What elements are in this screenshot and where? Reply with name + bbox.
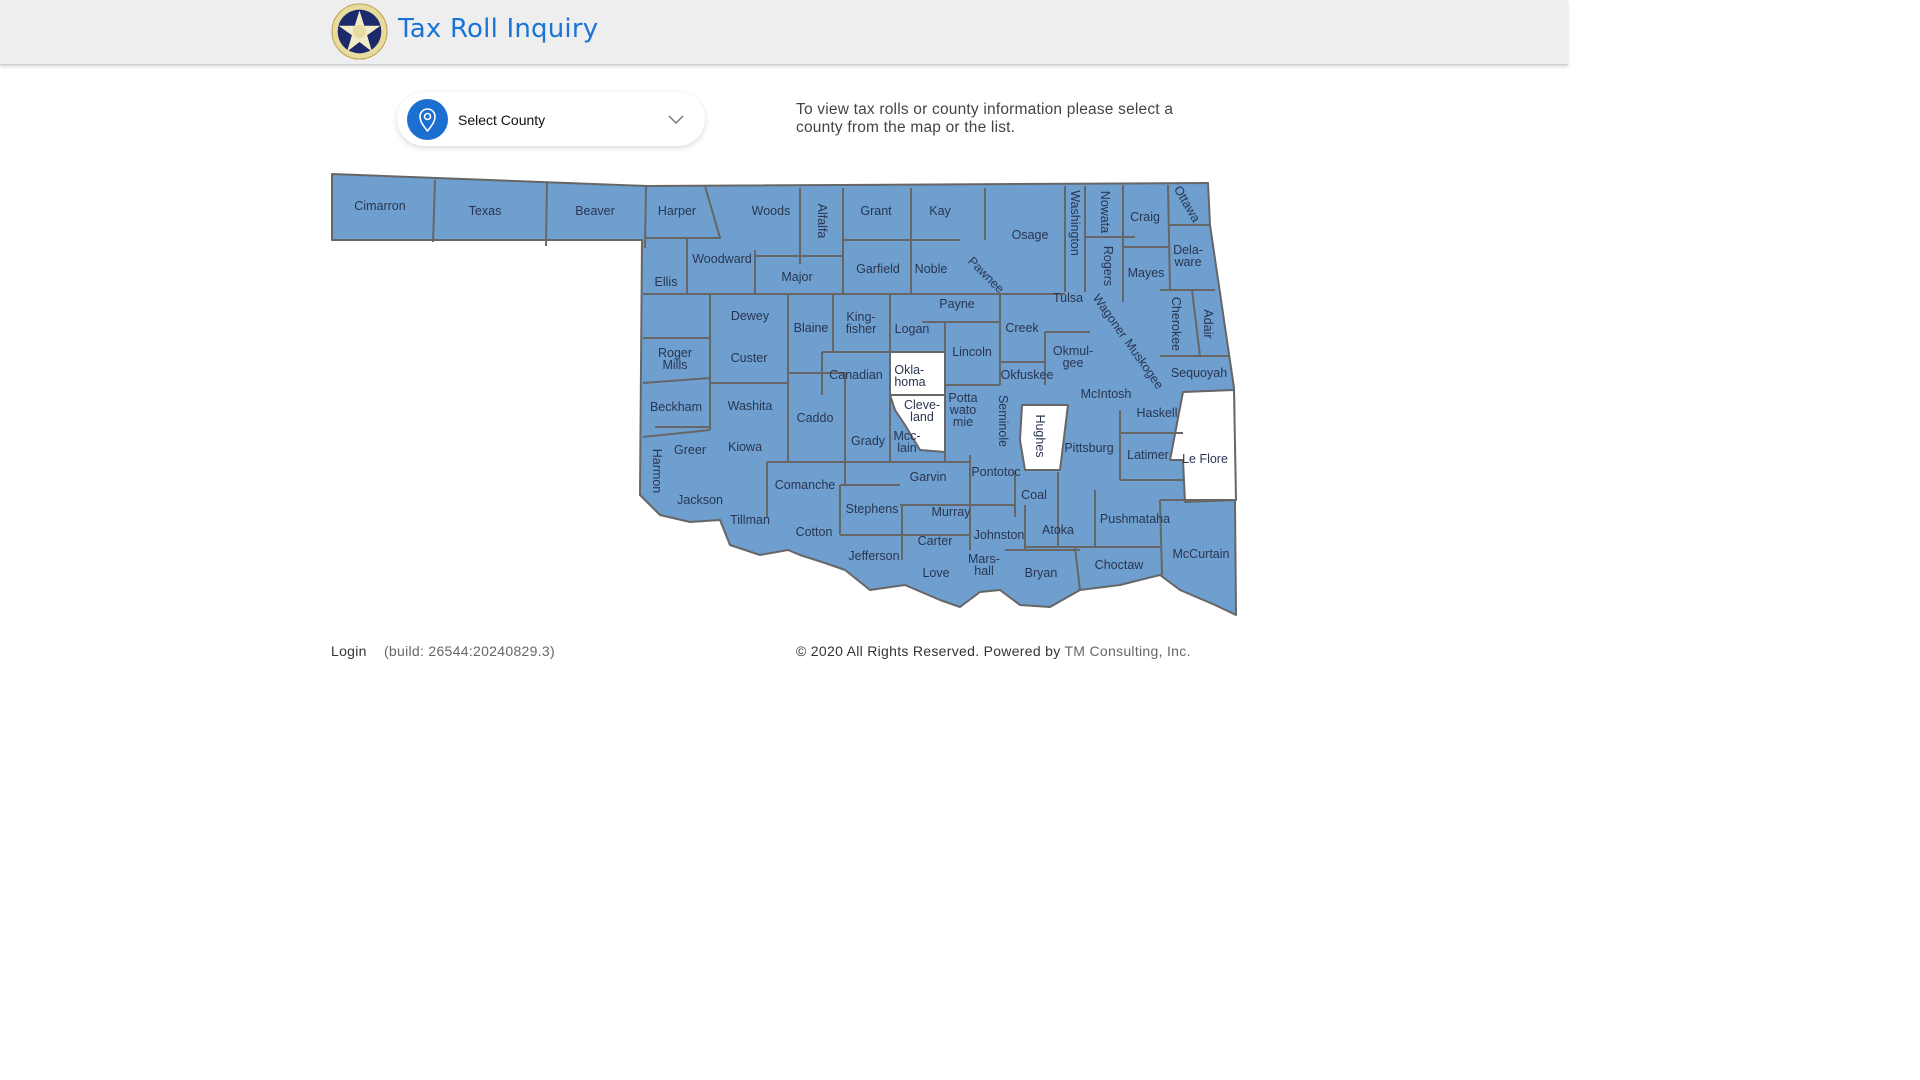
county-label[interactable]: Harper: [658, 205, 696, 218]
county-label[interactable]: McIntosh: [1081, 388, 1132, 401]
county-label[interactable]: Rogers: [1101, 246, 1115, 286]
county-label[interactable]: Latimer: [1127, 449, 1169, 462]
county-label[interactable]: Mcc- lain: [893, 430, 920, 455]
county-label[interactable]: Pushmataha: [1100, 513, 1170, 526]
county-label[interactable]: Canadian: [829, 369, 883, 382]
county-label[interactable]: Garfield: [856, 263, 900, 276]
county-label[interactable]: Bryan: [1025, 567, 1058, 580]
county-label[interactable]: Seminole: [996, 395, 1010, 447]
county-label[interactable]: Harmon: [650, 449, 664, 493]
county-label[interactable]: Major: [781, 271, 812, 284]
county-label[interactable]: Tulsa: [1053, 292, 1083, 305]
county-label[interactable]: Grant: [860, 205, 891, 218]
county-label[interactable]: Murray: [932, 506, 971, 519]
county-label[interactable]: Pontotoc: [971, 466, 1020, 479]
footer-left: Login (build: 26544:20240829.3): [331, 643, 555, 659]
county-label[interactable]: Comanche: [775, 479, 835, 492]
county-label[interactable]: Nowata: [1098, 191, 1112, 233]
company-link[interactable]: TM Consulting, Inc.: [1064, 643, 1190, 659]
county-label[interactable]: Mars- hall: [968, 553, 1000, 578]
county-label[interactable]: Carter: [918, 535, 953, 548]
county-label[interactable]: Washington: [1068, 190, 1082, 256]
county-label[interactable]: Custer: [731, 352, 768, 365]
county-label[interactable]: Grady: [851, 435, 885, 448]
county-label[interactable]: Kay: [929, 205, 951, 218]
oklahoma-county-map[interactable]: [0, 0, 1568, 880]
county-label[interactable]: Woodward: [692, 253, 752, 266]
county-label[interactable]: King- fisher: [846, 311, 877, 336]
county-label[interactable]: Dela- ware: [1173, 244, 1203, 269]
footer-right: © 2020 All Rights Reserved. Powered by T…: [796, 643, 1191, 659]
county-label[interactable]: Sequoyah: [1171, 367, 1227, 380]
county-label[interactable]: Potta wato mie: [948, 392, 977, 429]
county-label[interactable]: Okfuskee: [1001, 369, 1054, 382]
county-label[interactable]: Alfalfa: [815, 204, 829, 239]
county-label[interactable]: Cherokee: [1169, 297, 1183, 351]
county-label[interactable]: Coal: [1021, 489, 1047, 502]
copyright-text: © 2020 All Rights Reserved. Powered by: [796, 643, 1061, 659]
county-label[interactable]: Tillman: [730, 514, 770, 527]
county-label[interactable]: Choctaw: [1095, 559, 1144, 572]
county-label[interactable]: McCurtain: [1173, 548, 1230, 561]
login-link[interactable]: Login: [331, 643, 367, 659]
county-label[interactable]: Jackson: [677, 494, 723, 507]
county-label[interactable]: Cotton: [796, 526, 833, 539]
county-label[interactable]: Logan: [895, 323, 930, 336]
county-label[interactable]: Garvin: [910, 471, 947, 484]
county-label[interactable]: Craig: [1130, 211, 1160, 224]
county-label[interactable]: Stephens: [846, 503, 899, 516]
county-label[interactable]: Okla- homa: [894, 364, 925, 389]
county-label[interactable]: Payne: [939, 298, 974, 311]
county-label[interactable]: Ellis: [655, 276, 678, 289]
county-label[interactable]: Le Flore: [1182, 453, 1228, 466]
county-label[interactable]: Caddo: [797, 412, 834, 425]
county-label[interactable]: Greer: [674, 444, 706, 457]
county-label[interactable]: Love: [922, 567, 949, 580]
county-label[interactable]: Okmul- gee: [1053, 345, 1093, 370]
county-label[interactable]: Hughes: [1033, 414, 1047, 457]
county-label[interactable]: Osage: [1012, 229, 1049, 242]
county-label[interactable]: Texas: [469, 205, 502, 218]
county-label[interactable]: Washita: [728, 400, 773, 413]
county-label[interactable]: Beckham: [650, 401, 702, 414]
county-label[interactable]: Noble: [915, 263, 948, 276]
county-label[interactable]: Johnston: [974, 529, 1025, 542]
county-label[interactable]: Woods: [752, 205, 791, 218]
county-label[interactable]: Roger Mills: [658, 347, 692, 372]
county-label[interactable]: Lincoln: [952, 346, 992, 359]
county-label[interactable]: Pittsburg: [1064, 442, 1113, 455]
county-label[interactable]: Mayes: [1128, 267, 1165, 280]
county-label[interactable]: Cleve- land: [904, 399, 940, 424]
build-info: (build: 26544:20240829.3): [383, 643, 555, 659]
county-label[interactable]: Haskell: [1137, 407, 1178, 420]
county-label[interactable]: Jefferson: [848, 550, 899, 563]
county-label[interactable]: Beaver: [575, 205, 615, 218]
county-label[interactable]: Dewey: [731, 310, 769, 323]
county-label[interactable]: Adair: [1201, 309, 1215, 338]
county-label[interactable]: Creek: [1005, 322, 1038, 335]
county-label[interactable]: Cimarron: [354, 200, 405, 213]
county-label[interactable]: Blaine: [794, 322, 829, 335]
county-label[interactable]: Kiowa: [728, 441, 762, 454]
county-label[interactable]: Atoka: [1042, 524, 1074, 537]
